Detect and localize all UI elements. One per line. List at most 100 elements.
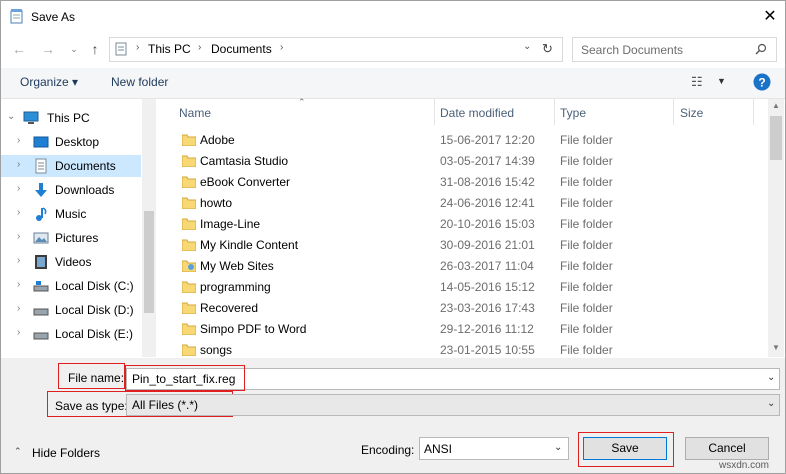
forward-arrow-icon[interactable]: → [39, 40, 57, 58]
documents-icon [35, 158, 47, 174]
save-type-dropdown-icon[interactable]: ⌄ [767, 398, 775, 409]
column-divider[interactable] [434, 99, 435, 125]
tree-item-documents[interactable]: › Documents [1, 155, 141, 177]
column-divider[interactable] [753, 99, 754, 125]
list-item[interactable]: Simpo PDF to Word 29-12-2016 11:12 File … [164, 319, 768, 340]
address-bar[interactable]: › This PC › Documents › ⌄ ↻ [109, 37, 563, 62]
save-as-type-label: Save as type: [55, 399, 128, 413]
folder-icon [182, 176, 196, 188]
tree-item-desktop[interactable]: › Desktop [1, 131, 141, 153]
folder-icon [182, 197, 196, 209]
expand-chevron-icon[interactable]: › [17, 303, 20, 314]
tree-item-pictures[interactable]: › Pictures [1, 227, 141, 249]
expand-chevron-icon[interactable]: › [17, 135, 20, 146]
back-arrow-icon[interactable]: ← [10, 40, 28, 58]
tree-item-videos[interactable]: › Videos [1, 251, 141, 273]
column-header-date-modified[interactable]: Date modified [440, 106, 514, 132]
hide-folders-button[interactable]: Hide Folders [32, 446, 100, 460]
title-bar: Save As ✕ [1, 1, 785, 33]
list-scrollbar-thumb[interactable] [770, 116, 782, 160]
breadcrumb-documents[interactable]: Documents [211, 42, 272, 56]
breadcrumb-separator-icon[interactable]: › [136, 42, 139, 53]
expand-chevron-icon[interactable]: › [17, 159, 20, 170]
videos-icon [35, 255, 47, 269]
expand-chevron-icon[interactable]: › [17, 327, 20, 338]
drive-icon [33, 281, 49, 292]
view-options-icon[interactable]: ☷ [691, 74, 703, 90]
list-item[interactable]: howto 24-06-2016 12:41 File folder [164, 193, 768, 214]
list-item[interactable]: Recovered 23-03-2016 17:43 File folder [164, 298, 768, 319]
refresh-icon[interactable]: ↻ [542, 41, 553, 57]
folder-icon [182, 239, 196, 251]
expand-chevron-icon[interactable]: › [17, 279, 20, 290]
tree-item-local-disk-c[interactable]: › Local Disk (C:) [1, 275, 141, 297]
list-item[interactable]: Image-Line 20-10-2016 15:03 File folder [164, 214, 768, 235]
sort-ascending-icon: ⌃ [298, 97, 306, 107]
organize-menu[interactable]: Organize ▾ [20, 75, 78, 89]
expand-chevron-icon[interactable]: › [17, 183, 20, 194]
folder-icon [182, 323, 196, 335]
list-item[interactable]: Camtasia Studio 03-05-2017 14:39 File fo… [164, 151, 768, 172]
list-scroll-up-icon[interactable]: ▲ [772, 101, 780, 110]
breadcrumb-separator-icon[interactable]: › [198, 42, 201, 53]
folder-icon [182, 344, 196, 356]
encoding-value: ANSI [424, 442, 453, 456]
list-item[interactable]: programming 14-05-2016 15:12 File folder [164, 277, 768, 298]
address-dropdown-icon[interactable]: ⌄ [523, 41, 531, 52]
save-options-panel: File name: Pin_to_start_fix.reg ⌄ Save a… [1, 358, 785, 473]
web-folder-icon [182, 260, 196, 272]
view-dropdown-icon[interactable]: ▼ [717, 76, 726, 86]
tree-scrollbar-thumb[interactable] [144, 211, 154, 313]
list-item[interactable]: eBook Converter 31-08-2016 15:42 File fo… [164, 172, 768, 193]
column-header-size[interactable]: Size [680, 106, 703, 132]
save-as-type-value: All Files (*.*) [132, 398, 199, 412]
encoding-dropdown-icon[interactable]: ⌄ [554, 442, 562, 453]
tree-item-music[interactable]: › Music [1, 203, 141, 225]
expand-chevron-icon[interactable]: › [17, 207, 20, 218]
column-header-type[interactable]: Type [560, 106, 586, 132]
toolbar: Organize ▾ New folder ☷ ▼ ? [1, 68, 785, 99]
save-as-dialog: Save As ✕ ← → ⌄ ↑ › This PC › Documents … [0, 0, 786, 474]
list-item[interactable]: songs 23-01-2015 10:55 File folder [164, 340, 768, 357]
save-button[interactable]: Save [583, 437, 667, 460]
column-divider[interactable] [673, 99, 674, 125]
svg-text:?: ? [758, 76, 765, 90]
list-item[interactable]: Adobe 15-06-2017 12:20 File folder [164, 130, 768, 151]
list-item[interactable]: My Web Sites 26-03-2017 11:04 File folde… [164, 256, 768, 277]
encoding-select[interactable]: ANSI ⌄ [419, 437, 569, 460]
folder-icon [182, 218, 196, 230]
recent-locations-chevron-icon[interactable]: ⌄ [65, 40, 83, 58]
help-icon[interactable]: ? [753, 73, 771, 91]
expand-chevron-icon[interactable]: › [17, 255, 20, 266]
list-scroll-down-icon[interactable]: ▼ [772, 343, 780, 352]
tree-item-downloads[interactable]: › Downloads [1, 179, 141, 201]
close-button[interactable]: ✕ [759, 7, 781, 27]
file-list: ⌃ Name Date modified Type Size Adobe 15-… [164, 97, 768, 357]
save-as-type-select[interactable]: All Files (*.*) ⌄ [126, 394, 780, 416]
breadcrumb-separator-icon[interactable]: › [280, 42, 283, 53]
cancel-button[interactable]: Cancel [685, 437, 769, 460]
pictures-icon [33, 232, 49, 244]
hide-folders-chevron-icon[interactable]: ⌃ [14, 446, 22, 457]
tree-item-this-pc[interactable]: ⌄ This PC [1, 107, 141, 129]
tree-item-local-disk-d[interactable]: › Local Disk (D:) [1, 299, 141, 321]
search-box[interactable]: Search Documents [572, 37, 777, 62]
pc-icon [23, 111, 39, 124]
downloads-icon [35, 183, 47, 197]
expand-chevron-icon[interactable]: ⌄ [7, 111, 15, 122]
up-arrow-icon[interactable]: ↑ [86, 40, 104, 58]
folder-icon [182, 155, 196, 167]
breadcrumb-this-pc[interactable]: This PC [148, 42, 191, 56]
file-name-dropdown-icon[interactable]: ⌄ [767, 372, 775, 383]
column-header-name[interactable]: Name [179, 106, 211, 132]
column-divider[interactable] [554, 99, 555, 125]
music-icon [36, 207, 47, 221]
file-name-label: File name: [68, 371, 125, 385]
folder-icon [182, 281, 196, 293]
folder-icon [182, 302, 196, 314]
new-folder-button[interactable]: New folder [111, 75, 168, 89]
tree-item-local-disk-e[interactable]: › Local Disk (E:) [1, 323, 141, 345]
list-item[interactable]: My Kindle Content 30-09-2016 21:01 File … [164, 235, 768, 256]
search-input[interactable]: Search Documents [581, 43, 683, 57]
expand-chevron-icon[interactable]: › [17, 231, 20, 242]
